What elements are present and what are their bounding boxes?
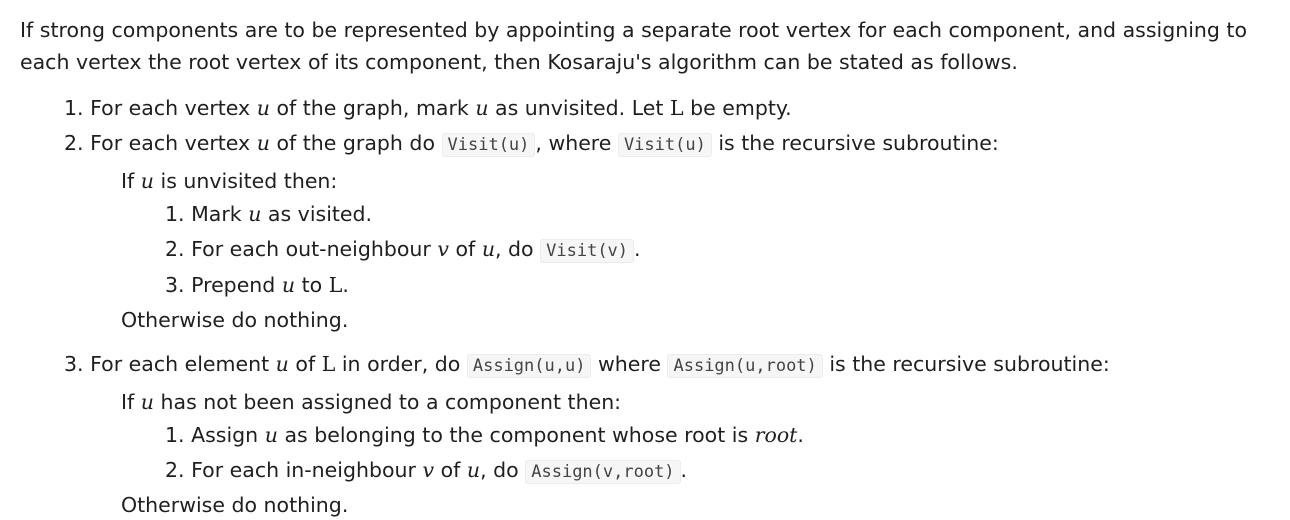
text: If <box>121 390 135 414</box>
text: of the graph, mark <box>276 96 469 120</box>
text: , where <box>535 131 612 155</box>
text: of <box>455 237 476 261</box>
step-2-condition: If u is unvisited then: <box>121 166 337 196</box>
text: For each in-neighbour <box>191 458 416 482</box>
text: is the recursive subroutine: <box>718 131 999 155</box>
math-u: u <box>281 273 296 297</box>
text: where <box>597 352 661 376</box>
text: . <box>634 237 641 261</box>
text: For each element <box>90 352 270 376</box>
text: in order, do <box>341 352 461 376</box>
code-assign-v-root: Assign(v,root) <box>525 460 681 484</box>
math-L: L <box>328 273 343 297</box>
text: is the recursive subroutine: <box>829 352 1110 376</box>
code-visit-u: Visit(u) <box>617 133 712 157</box>
sub-number: 1. <box>165 202 185 226</box>
text: , do <box>480 458 519 482</box>
text: For each out-neighbour <box>191 237 431 261</box>
code-assign-u-root: Assign(u,root) <box>667 354 823 378</box>
code-visit-u: Visit(u) <box>441 133 536 157</box>
step-2-sub-2: 2. For each out-neighbour v of u, do Vis… <box>165 234 641 266</box>
text: If <box>121 169 135 193</box>
math-u: u <box>248 202 262 226</box>
text: For each vertex <box>90 131 251 155</box>
text: Prepend <box>191 273 276 297</box>
math-u: u <box>256 96 270 120</box>
math-u: u <box>481 237 496 261</box>
math-v: v <box>422 458 435 482</box>
math-u: u <box>466 458 481 482</box>
text: as belonging to the component whose root… <box>284 423 749 447</box>
code-visit-v: Visit(v) <box>540 239 635 263</box>
text: be empty. <box>690 96 792 120</box>
text: is unvisited then: <box>160 169 338 193</box>
text: as visited. <box>267 202 373 226</box>
sub-number: 2. <box>165 237 185 261</box>
step-2-otherwise: Otherwise do nothing. <box>121 308 349 332</box>
math-u: u <box>275 352 289 376</box>
text: has not been assigned to a component the… <box>160 390 622 414</box>
text: , do <box>495 237 534 261</box>
text: Assign <box>191 423 259 447</box>
step-2: 2. For each vertex u of the graph do Vis… <box>64 128 999 160</box>
code-assign-u-u: Assign(u,u) <box>466 354 592 378</box>
text: . <box>680 458 688 482</box>
sub-number: 3. <box>165 273 185 297</box>
step-3-condition: If u has not been assigned to a componen… <box>121 387 621 417</box>
step-1: 1. For each vertex u of the graph, mark … <box>64 93 792 123</box>
math-u: u <box>140 169 154 193</box>
text: . <box>342 273 349 297</box>
intro-paragraph: If strong components are to be represent… <box>20 18 1248 74</box>
step-3: 3. For each element u of L in order, do … <box>64 349 1110 381</box>
math-L: L <box>321 352 336 376</box>
text: to <box>301 273 323 297</box>
text: . <box>797 423 804 447</box>
math-root: root <box>754 423 798 447</box>
step-number: 3. <box>64 352 84 376</box>
math-u: u <box>475 96 489 120</box>
math-u: u <box>140 390 154 414</box>
step-3-otherwise: Otherwise do nothing. <box>121 493 349 517</box>
step-number: 2. <box>64 131 84 155</box>
text: of the graph do <box>276 131 435 155</box>
text: of <box>440 458 461 482</box>
step-number: 1. <box>64 96 84 120</box>
text: Mark <box>191 202 242 226</box>
step-2-sub-1: 1. Mark u as visited. <box>165 199 372 229</box>
math-L: L <box>669 96 684 120</box>
step-3-sub-2: 2. For each in-neighbour v of u, do Assi… <box>165 455 687 487</box>
sub-number: 1. <box>165 423 185 447</box>
text: as unvisited. Let <box>495 96 664 120</box>
math-u: u <box>256 131 270 155</box>
text: For each vertex <box>90 96 251 120</box>
math-u: u <box>264 423 278 447</box>
sub-number: 2. <box>165 458 185 482</box>
step-2-sub-3: 3. Prepend u to L. <box>165 270 349 300</box>
text: of <box>295 352 316 376</box>
article-body: If strong components are to be represent… <box>20 14 1282 78</box>
math-v: v <box>437 237 449 261</box>
step-3-sub-1: 1. Assign u as belonging to the componen… <box>165 420 804 450</box>
